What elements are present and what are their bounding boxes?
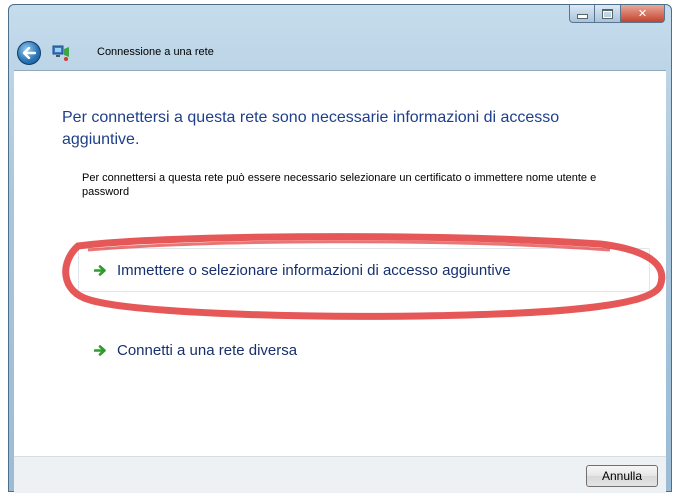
- title-bar[interactable]: ✕: [9, 5, 671, 33]
- page-heading: Per connettersi a questa rete sono neces…: [62, 109, 560, 148]
- option-connect-different-network[interactable]: Connetti a una rete diversa: [78, 328, 650, 372]
- description-text: Per connettersi a questa rete può essere…: [82, 172, 597, 198]
- option-label: Immettere o selezionare informazioni di …: [117, 261, 511, 279]
- window-title: Connessione a una rete: [97, 46, 214, 58]
- minimize-button[interactable]: [569, 5, 595, 23]
- back-arrow-icon: [22, 47, 36, 59]
- option-enter-credentials[interactable]: Immettere o selezionare informazioni di …: [78, 248, 650, 292]
- dialog-footer: Annulla: [14, 456, 666, 493]
- cancel-button[interactable]: Annulla: [586, 465, 658, 487]
- network-icon: [52, 45, 69, 61]
- close-icon: ✕: [637, 7, 648, 20]
- content-panel: Per connettersi a questa rete sono neces…: [14, 70, 666, 456]
- close-button[interactable]: ✕: [621, 5, 665, 23]
- minimize-icon: [576, 14, 588, 19]
- green-arrow-icon: [93, 263, 107, 277]
- option-label: Connetti a una rete diversa: [117, 341, 298, 359]
- navigation-bar: Connessione a una rete: [9, 33, 671, 73]
- maximize-button[interactable]: [595, 5, 621, 23]
- maximize-icon: [602, 8, 613, 19]
- green-arrow-icon: [93, 343, 107, 357]
- caption-buttons: ✕: [569, 5, 665, 23]
- back-button[interactable]: [17, 41, 41, 65]
